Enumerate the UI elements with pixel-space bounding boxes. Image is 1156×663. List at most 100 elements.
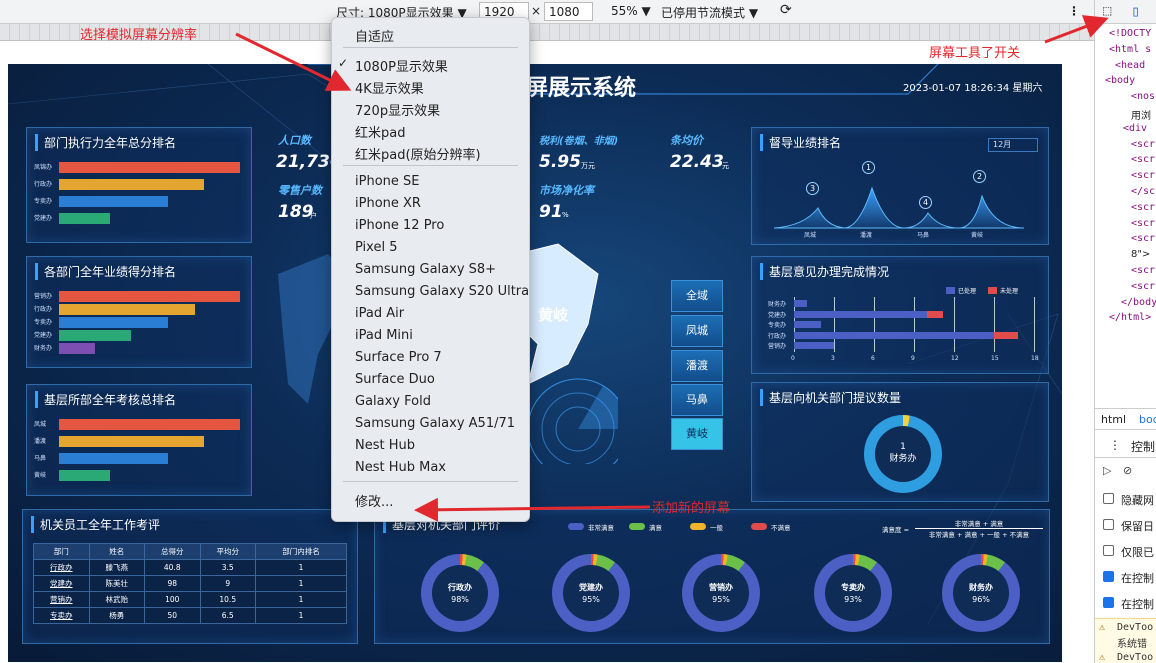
menu-separator [343,47,518,48]
bar-label: 财务办 [34,345,53,352]
tick-label: 6 [871,355,875,362]
dom-node[interactable]: <div [1123,123,1147,134]
dom-node[interactable]: </body [1121,297,1156,308]
checkbox[interactable] [1103,571,1114,582]
menu-item[interactable]: Galaxy Fold [355,394,431,409]
menu-item[interactable]: Surface Duo [355,372,435,387]
menu-item[interactable]: 720p显示效果 [355,100,440,119]
sidebar-toggle-icon[interactable]: ▷ [1103,464,1111,477]
menu-item[interactable]: iPad Mini [355,328,413,343]
breadcrumb-html[interactable]: html [1101,413,1126,426]
device-toggle-icon[interactable]: ▯ [1131,2,1140,20]
city-button-huangqi[interactable]: 黄岐 [671,418,723,450]
ring-name: 营销办 [709,583,733,592]
dom-node[interactable]: <scr [1131,281,1155,292]
menu-item[interactable]: Nest Hub Max [355,460,446,475]
panel-dept-exec: 部门执行力全年总分排名 凤锦办 行政办 专卖办 党建办 [26,127,252,243]
breadcrumb-body[interactable]: bod [1139,413,1156,426]
tick-label: 15 [991,355,999,362]
ring-pct: 96% [972,595,990,604]
col-header: 平均分 [199,543,256,560]
bar-label: 凤锦办 [34,164,53,171]
annotation-select-resolution: 选择模拟屏幕分辨率 [80,28,198,43]
tax-label: 税利(卷烟、非烟) [539,136,619,147]
staff-table: 部门 姓名 总得分 平均分 部门内排名 行政办 滕飞燕 40.8 3.5 1 党建办 陈美壮… [33,543,347,624]
table-row: 党建办 陈美壮 98 9 1 [33,575,347,592]
city-button-all[interactable]: 全域 [671,280,723,312]
dom-node[interactable]: </html> [1109,312,1151,323]
dom-node[interactable]: <head [1115,60,1145,71]
checkbox[interactable] [1103,519,1114,530]
city-button-mabi[interactable]: 马鼻 [671,384,723,416]
menu-item[interactable]: Samsung Galaxy S20 Ultra [355,284,529,299]
dom-node[interactable]: <nos [1131,91,1155,102]
table-cell[interactable]: 专卖办 [33,607,90,624]
drawer-menu-icon[interactable]: ⋮ [1109,438,1121,452]
dom-node[interactable]: <scr [1131,218,1155,229]
menu-item[interactable]: Nest Hub [355,438,415,453]
throttle-dropdown[interactable]: 已停用节流模式 ▼ [661,4,758,21]
city-button-pandu[interactable]: 潘渡 [671,350,723,382]
dom-node[interactable]: <body [1105,75,1135,86]
table-cell[interactable]: 行政办 [33,559,90,576]
menu-item[interactable]: Surface Pro 7 [355,350,442,365]
tick-label: 9 [911,355,915,362]
checkbox[interactable] [1103,493,1114,504]
menu-item[interactable]: iPhone SE [355,174,419,189]
bar-label: 党建办 [34,215,53,222]
menu-item[interactable]: Pixel 5 [355,240,397,255]
dom-node[interactable]: 用浏 [1131,107,1151,122]
bar-label: 党建办 [34,332,53,339]
inspect-icon[interactable]: ⬚ [1103,3,1111,19]
month-select[interactable]: 12月 [988,138,1038,152]
table-cell[interactable]: 党建办 [33,575,90,592]
ring-pct: 93% [844,595,862,604]
rotate-icon[interactable]: ⟳ [780,2,792,18]
dom-node[interactable]: <scr [1131,139,1155,150]
table-cell: 98 [144,575,201,592]
panel-proposals: 基层向机关部门提议数量 1 财务办 [751,382,1049,502]
more-icon[interactable]: ⋮ [1068,4,1080,18]
menu-item[interactable]: 自适应 [355,26,394,45]
bar-label: 专卖办 [768,322,787,329]
dom-node[interactable]: <scr [1131,154,1155,165]
ring-pct: 98% [451,595,469,604]
checkbox[interactable] [1103,597,1114,608]
dom-node[interactable]: 8"> [1131,249,1150,260]
table-cell: 1 [255,591,347,608]
menu-item[interactable]: iPhone XR [355,196,421,211]
console-tab[interactable]: 控制 [1131,438,1155,455]
menu-item-edit[interactable]: 修改... [355,491,393,510]
city-button-fengcheng[interactable]: 凤城 [671,315,723,347]
menu-item[interactable]: iPad Air [355,306,404,321]
dom-node[interactable]: </sc [1131,186,1155,197]
bar [59,213,110,224]
dom-node[interactable]: <scr [1131,202,1155,213]
menu-item[interactable]: 红米pad(原始分辨率) [355,144,481,163]
proposal-label: 财务办 [889,454,917,464]
clear-icon[interactable]: ⊘ [1123,464,1132,477]
legend-swatch [988,287,997,294]
checkbox-label: 仅限已 [1121,546,1154,559]
checkbox[interactable] [1103,545,1114,556]
menu-item[interactable]: Samsung Galaxy A51/71 [355,416,515,431]
table-cell[interactable]: 营销办 [33,591,90,608]
menu-item[interactable]: 红米pad [355,122,405,141]
menu-item[interactable]: 4K显示效果 [355,78,424,97]
zoom-dropdown[interactable]: 55% ▼ [611,4,651,18]
menu-item[interactable]: iPhone 12 Pro [355,218,444,233]
menu-item[interactable]: 1080P显示效果 [355,56,448,75]
height-input[interactable] [544,2,593,21]
dom-node[interactable]: <scr [1131,170,1155,181]
bar-undone [994,331,1018,339]
dom-node[interactable]: <!DOCTY [1109,28,1151,39]
warning-area: ⚠ DevToo 系统错 ⚠ DevToo [1095,618,1156,663]
menu-item[interactable]: Samsung Galaxy S8+ [355,262,496,277]
place-label: 凤城 [804,232,817,239]
dom-node[interactable]: <scr [1131,265,1155,276]
panel-title: 各部门全年业绩得分排名 [35,263,176,280]
dom-node[interactable]: <html s [1109,44,1151,55]
checkbox-label: 保留日 [1121,520,1154,533]
ring-chart: 财务办 96% [942,554,1020,632]
dom-node[interactable]: <scr [1131,233,1155,244]
